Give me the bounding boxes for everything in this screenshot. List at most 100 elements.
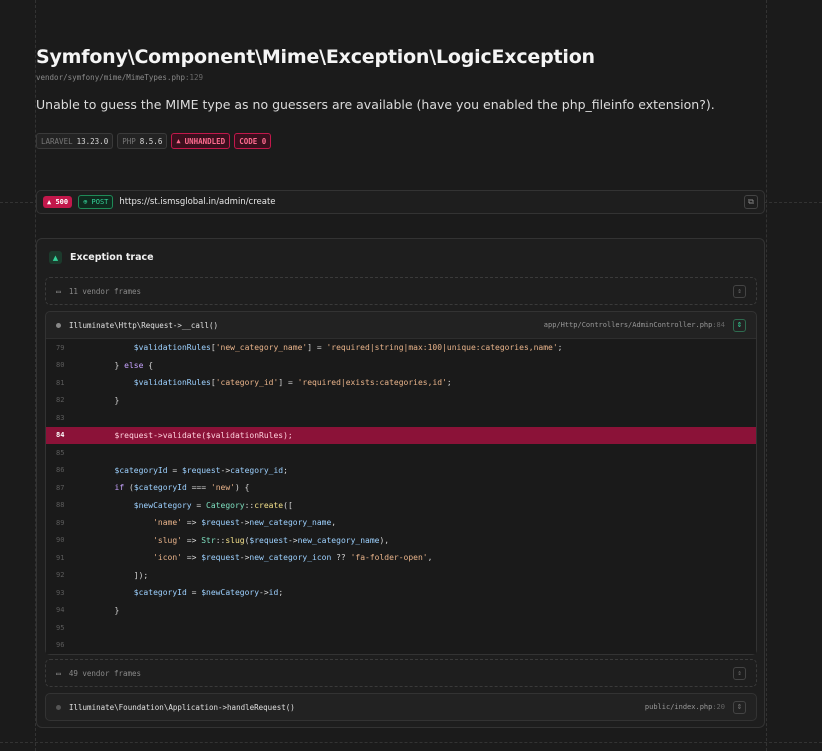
line-number: 87 (56, 483, 65, 492)
expand-icon[interactable]: ⇕ (733, 700, 746, 714)
frame-dot-icon (56, 322, 61, 328)
code-line: 85 (46, 444, 756, 462)
exception-message: Unable to guess the MIME type as no gues… (36, 97, 715, 112)
unhandled-badge: ▲ UNHANDLED (171, 133, 231, 149)
line-code: 'name' => $request->new_category_name, (153, 518, 337, 528)
line-number: 85 (56, 448, 65, 457)
collapse-icon[interactable]: ⇕ (733, 318, 746, 332)
frame-function: Illuminate\Http\Request->__call() (69, 320, 219, 330)
badge-value: 13.23.0 (76, 136, 109, 146)
line-number: 88 (56, 501, 65, 510)
exception-class-title: Symfony\Component\Mime\Exception\LogicEx… (36, 46, 595, 68)
guide-right (766, 0, 767, 751)
code-line: 91 'icon' => $request->new_category_icon… (46, 549, 756, 567)
guide-bottom (0, 742, 822, 743)
line-code: $validationRules['category_id'] = 'requi… (133, 378, 452, 388)
vendor-frames-label: 11 vendor frames (68, 286, 142, 296)
frame-function: Illuminate\Foundation\Application->handl… (69, 702, 295, 712)
line-number: 94 (56, 606, 65, 615)
line-number: 84 (56, 431, 65, 440)
line-code: $validationRules['new_category_name'] = … (133, 343, 563, 353)
code-line: 88 $newCategory = Category::create([ (46, 497, 756, 515)
frame-path: app/Http/Controllers/AdminController.php… (544, 321, 725, 329)
code-line: 83 (46, 409, 756, 427)
badge-label: UNHANDLED (184, 136, 226, 146)
folder-icon: ▭ (56, 286, 61, 296)
expand-icon[interactable]: ⇕ (733, 284, 746, 298)
status-code: 500 (55, 198, 69, 206)
code-line: 80 } else { (46, 357, 756, 375)
vendor-frames-bottom[interactable]: ▭ 49 vendor frames ⇕ (45, 659, 757, 687)
line-number: 91 (56, 553, 65, 562)
line-code: 'slug' => Str::slug($request->new_catego… (153, 535, 390, 545)
line-number: 81 (56, 378, 65, 387)
vendor-frames-label: 49 vendor frames (68, 668, 142, 678)
warning-icon: ▲ (176, 137, 181, 145)
code-line: 79 $validationRules['new_category_name']… (46, 339, 756, 357)
line-number: 95 (56, 623, 65, 632)
exception-file-path: vendor/symfony/mime/MimeTypes.php (36, 73, 186, 82)
code-line: 82 } (46, 392, 756, 410)
code-line: 81 $validationRules['category_id'] = 're… (46, 374, 756, 392)
exception-trace-panel: ▲ Exception trace ▭ 11 vendor frames ⇕ I… (36, 238, 765, 728)
method-badge: ⊕ POST (78, 195, 114, 209)
line-code: $request->validate($validationRules); (76, 430, 293, 440)
line-number: 93 (56, 588, 65, 597)
exception-file[interactable]: vendor/symfony/mime/MimeTypes.php:129 (36, 73, 203, 82)
line-number: 86 (56, 466, 65, 475)
vendor-frames-top[interactable]: ▭ 11 vendor frames ⇕ (45, 277, 757, 305)
method-label: POST (91, 198, 109, 206)
code-line: 95 (46, 619, 756, 637)
folder-icon: ▭ (56, 668, 61, 678)
request-bar: ▲ 500 ⊕ POST https://st.ismsglobal.in/ad… (36, 190, 765, 214)
line-code: $categoryId = $newCategory->id; (133, 588, 284, 598)
environment-badges: LARAVEL 13.23.0 PHP 8.5.6 ▲ UNHANDLED CO… (36, 133, 272, 149)
stack-frame-header[interactable]: Illuminate\Foundation\Application->handl… (46, 694, 756, 720)
line-code: if ($categoryId === 'new') { (114, 483, 250, 493)
copy-icon[interactable]: ⧉ (744, 195, 758, 209)
code-line: 86 $categoryId = $request->category_id; (46, 462, 756, 480)
frame-path: public/index.php:20 (645, 703, 725, 711)
code-snippet: 79 $validationRules['new_category_name']… (46, 338, 756, 654)
line-number: 83 (56, 413, 65, 422)
exception-file-line: :129 (185, 73, 204, 82)
frame-path-file: public/index.php (644, 703, 713, 711)
line-number: 96 (56, 641, 65, 650)
code-line: 92 ]); (46, 567, 756, 585)
code-line: 93 $categoryId = $newCategory->id; (46, 584, 756, 602)
line-number: 92 (56, 571, 65, 580)
frame-dot-icon (56, 704, 61, 710)
line-number: 82 (56, 396, 65, 405)
badge-label: CODE 0 (239, 136, 267, 146)
line-code: $newCategory = Category::create([ (133, 500, 293, 510)
badge-value: 8.5.6 (139, 136, 163, 146)
line-number: 89 (56, 518, 65, 527)
line-code: 'icon' => $request->new_category_icon ??… (153, 553, 433, 563)
frame-path-file: app/Http/Controllers/AdminController.php (543, 321, 713, 329)
request-url[interactable]: https://st.ismsglobal.in/admin/create (119, 197, 275, 207)
frame-path-line: :20 (712, 703, 725, 711)
code-badge: CODE 0 (234, 133, 272, 149)
badge-key: LARAVEL (41, 136, 73, 146)
code-line: 87 if ($categoryId === 'new') { (46, 479, 756, 497)
code-line: 90 'slug' => Str::slug($request->new_cat… (46, 532, 756, 550)
stack-frame-collapsed: Illuminate\Foundation\Application->handl… (45, 693, 757, 721)
code-line: 94 } (46, 602, 756, 620)
line-number: 80 (56, 361, 65, 370)
php-version-badge: PHP 8.5.6 (117, 133, 168, 149)
trace-icon: ▲ (49, 251, 62, 264)
line-code: ]); (76, 570, 149, 580)
frame-path-line: :84 (712, 321, 725, 329)
laravel-version-badge: LARAVEL 13.23.0 (36, 133, 114, 149)
expand-icon[interactable]: ⇕ (733, 666, 746, 680)
trace-header: ▲ Exception trace (49, 251, 154, 264)
stack-frame-header[interactable]: Illuminate\Http\Request->__call() app/Ht… (46, 312, 756, 338)
stack-frame-expanded: Illuminate\Http\Request->__call() app/Ht… (45, 311, 757, 655)
status-badge: ▲ 500 (43, 196, 73, 208)
line-number: 90 (56, 536, 65, 545)
code-line: 89 'name' => $request->new_category_name… (46, 514, 756, 532)
line-code: $categoryId = $request->category_id; (114, 465, 288, 475)
line-code: } (76, 395, 120, 405)
line-number: 79 (56, 343, 65, 352)
code-line-highlighted: 84 $request->validate($validationRules); (46, 426, 756, 444)
